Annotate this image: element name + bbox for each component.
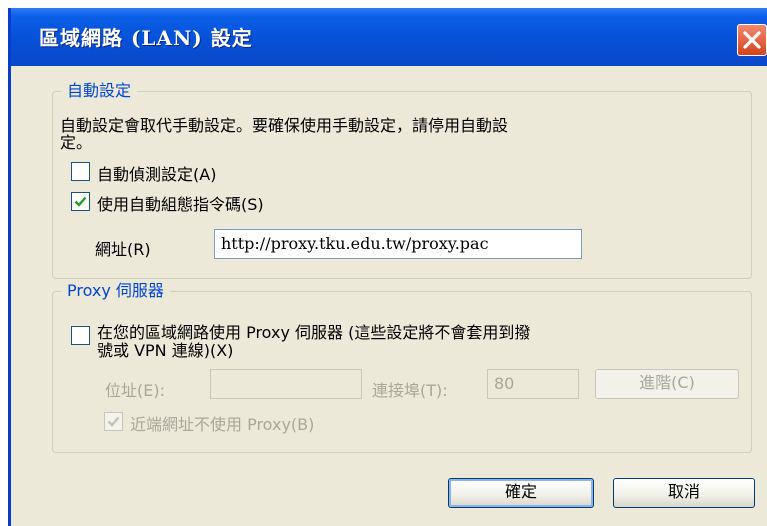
auto-detect-checkbox[interactable] [71, 162, 90, 181]
advanced-button[interactable]: 進階(C) [595, 369, 739, 399]
auto-config-legend: 自動設定 [61, 81, 138, 101]
bypass-local-checkbox[interactable] [104, 412, 123, 431]
ok-button[interactable]: 確定 [448, 478, 594, 508]
use-proxy-label-line2[interactable]: 號或 VPN 連線)(X) [97, 337, 233, 361]
use-proxy-checkbox[interactable] [71, 326, 90, 345]
auto-config-description-line1: 自動設定會取代手動設定。要確保使用手動設定，請停用自動設 [60, 116, 509, 135]
bypass-local-label[interactable]: 近端網址不使用 Proxy(B) [130, 411, 314, 435]
title-bar[interactable]: 區域網路 (LAN) 設定 [11, 8, 767, 66]
proxy-server-legend: Proxy 伺服器 [61, 281, 170, 301]
cancel-button[interactable]: 取消 [613, 478, 755, 508]
use-script-label[interactable]: 使用自動組態指令碼(S) [97, 191, 264, 215]
checkmark-icon [107, 416, 120, 427]
checkmark-icon [74, 196, 87, 207]
script-address-input[interactable]: http://proxy.tku.edu.tw/proxy.pac [214, 229, 582, 259]
script-address-label: 網址(R) [95, 240, 151, 259]
auto-config-description-line2: 定。 [60, 133, 93, 152]
proxy-port-label: 連接埠(T): [372, 381, 448, 400]
close-icon [743, 31, 761, 49]
auto-detect-label[interactable]: 自動偵測設定(A) [97, 161, 216, 185]
use-script-checkbox[interactable] [71, 192, 90, 211]
close-button[interactable] [737, 24, 767, 56]
proxy-address-input[interactable] [210, 369, 362, 399]
proxy-port-input[interactable]: 80 [487, 369, 579, 399]
window-title: 區域網路 (LAN) 設定 [39, 26, 253, 50]
lan-settings-dialog: 區域網路 (LAN) 設定 自動設定 自動設定會取代手動設定。要確保使用手動設定… [8, 8, 767, 526]
proxy-address-label: 位址(E): [105, 381, 165, 400]
